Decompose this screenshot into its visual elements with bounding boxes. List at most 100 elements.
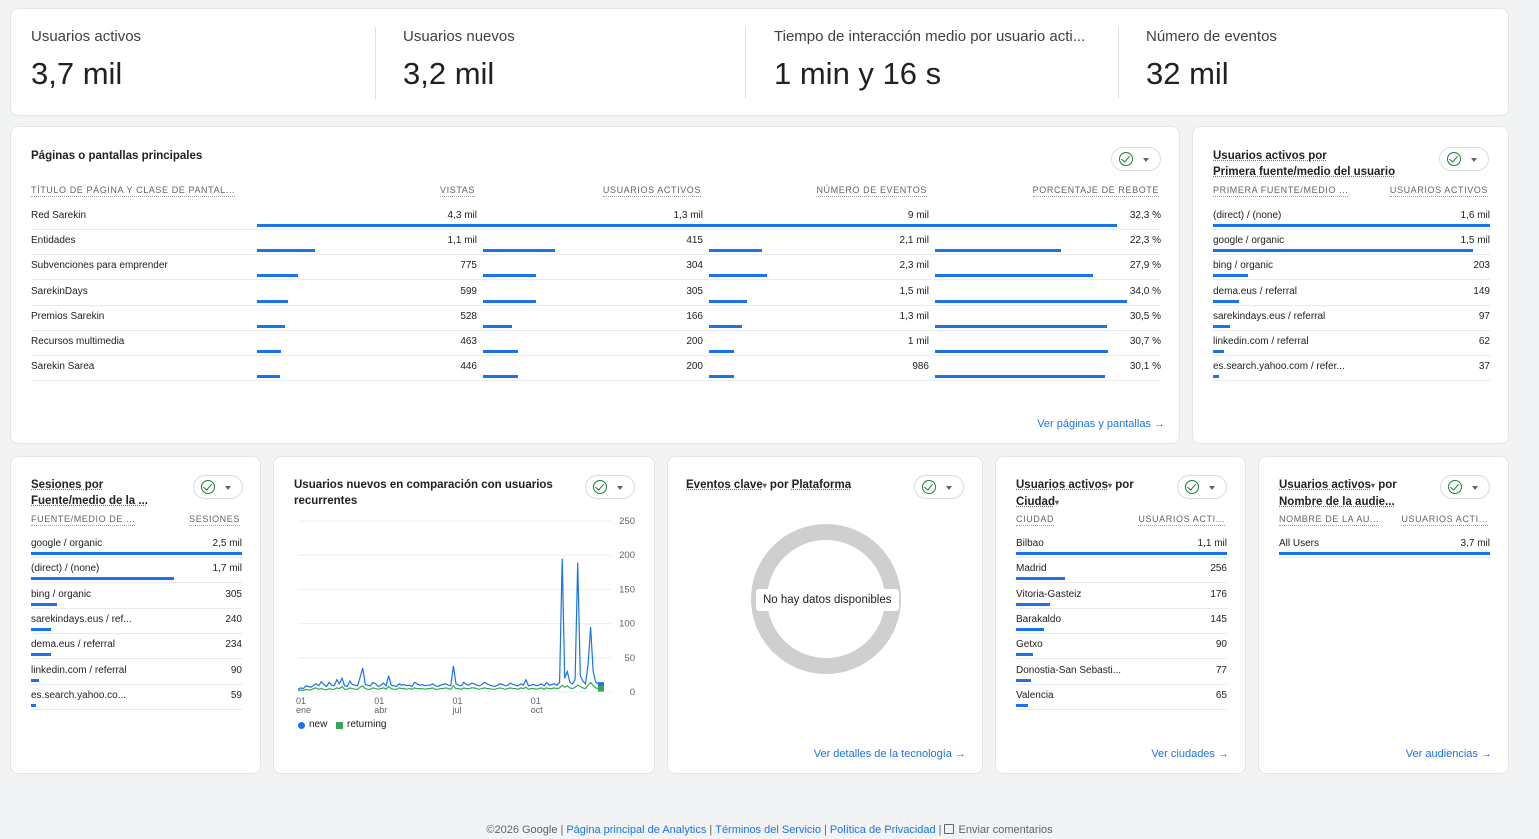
table-row[interactable]: sarekindays.eus / ref... 240 xyxy=(11,614,262,639)
col-header-users[interactable]: USUARIOS ACTIVOS xyxy=(602,185,701,197)
row-label[interactable]: Valencia xyxy=(1016,690,1054,701)
row-label[interactable]: (direct) / (none) xyxy=(1213,210,1281,221)
table-row[interactable]: bing / organic 203 xyxy=(1193,260,1510,285)
row-title[interactable]: Sarekin Sarea xyxy=(31,361,94,372)
table-row[interactable]: dema.eus / referral 234 xyxy=(11,639,262,664)
title-metric[interactable]: Usuarios activos xyxy=(1279,479,1371,491)
table-row[interactable]: Bilbao 1,1 mil xyxy=(996,538,1247,563)
row-label[interactable]: Bilbao xyxy=(1016,538,1044,549)
row-label[interactable]: bing / organic xyxy=(31,589,91,600)
compare-chip[interactable] xyxy=(1439,147,1489,171)
view-cities-link[interactable]: Ver ciudades → xyxy=(1151,748,1229,760)
table-row[interactable]: Subvenciones para emprender 775 304 2,3 mil… xyxy=(11,260,1181,285)
row-title[interactable]: Red Sarekin xyxy=(31,210,86,221)
table-row[interactable]: (direct) / (none) 1,6 mil xyxy=(1193,210,1510,235)
table-row[interactable]: es.search.yahoo.co... 59 xyxy=(11,690,262,715)
table-row[interactable]: linkedin.com / referral 90 xyxy=(11,665,262,690)
compare-chip[interactable] xyxy=(193,475,243,499)
row-label[interactable]: linkedin.com / referral xyxy=(1213,336,1309,347)
kpi-new-users[interactable]: Usuarios nuevos 3,2 mil xyxy=(383,9,743,115)
col-header-users[interactable]: USUARIOS ACTI... xyxy=(1401,514,1488,526)
col-header-title[interactable]: TÍTULO DE PÁGINA Y CLASE DE PANTAL... xyxy=(31,185,236,197)
table-row[interactable]: es.search.yahoo.com / refer... 37 xyxy=(1193,361,1510,386)
col-header-source[interactable]: PRIMERA FUENTE/MEDIO ... xyxy=(1213,185,1349,197)
row-label[interactable]: linkedin.com / referral xyxy=(31,665,127,676)
compare-chip[interactable] xyxy=(914,475,964,499)
analytics-home-link[interactable]: Página principal de Analytics xyxy=(566,824,706,836)
table-row[interactable]: Red Sarekin 4,3 mil 1,3 mil 9 mil 32,3 % xyxy=(11,210,1181,235)
row-label[interactable]: google / organic xyxy=(1213,235,1284,246)
title-dimension[interactable]: Nombre de la audie... xyxy=(1279,496,1395,508)
col-header-bounce[interactable]: PORCENTAJE DE REBOTE xyxy=(1032,185,1159,197)
row-label[interactable]: Donostia-San Sebasti... xyxy=(1016,665,1121,676)
table-row[interactable]: Donostia-San Sebasti... 77 xyxy=(996,665,1247,690)
row-label[interactable]: sarekindays.eus / ref... xyxy=(31,614,132,625)
table-row[interactable]: Entidades 1,1 mil 415 2,1 mil 22,3 % xyxy=(11,235,1181,260)
table-row[interactable]: Recursos multimedia 463 200 1 mil 30,7 % xyxy=(11,336,1181,361)
table-row[interactable]: Premios Sarekin 528 166 1,3 mil 30,5 % xyxy=(11,311,1181,336)
title-dimension[interactable]: Ciudad xyxy=(1016,496,1055,508)
row-label[interactable]: sarekindays.eus / referral xyxy=(1213,311,1325,322)
col-header-users[interactable]: USUARIOS ACTI... xyxy=(1138,514,1225,526)
view-audiences-link[interactable]: Ver audiencias → xyxy=(1406,748,1492,760)
row-label[interactable]: (direct) / (none) xyxy=(31,563,99,574)
table-row[interactable]: Vitoria-Gasteiz 176 xyxy=(996,589,1247,614)
row-label[interactable]: es.search.yahoo.com / refer... xyxy=(1213,361,1345,372)
row-label[interactable]: bing / organic xyxy=(1213,260,1273,271)
row-label[interactable]: google / organic xyxy=(31,538,102,549)
col-header-events[interactable]: NÚMERO DE EVENTOS xyxy=(816,185,927,197)
row-title[interactable]: Subvenciones para emprender xyxy=(31,260,168,271)
col-header-views[interactable]: VISTAS xyxy=(440,185,475,197)
title-dimension[interactable]: Plataforma xyxy=(792,479,851,491)
col-header-audience[interactable]: NOMBRE DE LA AU... xyxy=(1279,514,1380,526)
table-row[interactable]: Madrid 256 xyxy=(996,563,1247,588)
table-row[interactable]: dema.eus / referral 149 xyxy=(1193,286,1510,311)
table-row[interactable]: Valencia 65 xyxy=(996,690,1247,715)
table-row[interactable]: google / organic 1,5 mil xyxy=(1193,235,1510,260)
feedback-button[interactable]: Enviar comentarios xyxy=(944,824,1053,836)
row-label[interactable]: Madrid xyxy=(1016,563,1047,574)
view-tech-link[interactable]: Ver detalles de la tecnología → xyxy=(814,748,966,760)
terms-link[interactable]: Términos del Servicio xyxy=(715,824,821,836)
row-label[interactable]: es.search.yahoo.co... xyxy=(31,690,126,701)
col-header-city[interactable]: CIUDAD xyxy=(1016,514,1055,526)
table-row[interactable]: Getxo 90 xyxy=(996,639,1247,664)
table-row[interactable]: Sarekin Sarea 446 200 986 30,1 % xyxy=(11,361,1181,386)
view-tech-label: Ver detalles de la tecnología xyxy=(813,748,952,760)
row-title[interactable]: Entidades xyxy=(31,235,75,246)
row-title[interactable]: SarekinDays xyxy=(31,286,88,297)
table-row[interactable]: All Users 3,7 mil xyxy=(1259,538,1510,563)
row-label[interactable]: dema.eus / referral xyxy=(1213,286,1297,297)
row-label[interactable]: Vitoria-Gasteiz xyxy=(1016,589,1081,600)
col-header-source[interactable]: FUENTE/MEDIO DE ... xyxy=(31,514,136,526)
row-label[interactable]: dema.eus / referral xyxy=(31,639,115,650)
compare-chip[interactable] xyxy=(1440,475,1490,499)
table-row[interactable]: SarekinDays 599 305 1,5 mil 34,0 % xyxy=(11,286,1181,311)
table-row[interactable]: (direct) / (none) 1,7 mil xyxy=(11,563,262,588)
row-label[interactable]: Getxo xyxy=(1016,639,1043,650)
row-label[interactable]: All Users xyxy=(1279,538,1319,549)
col-header-sessions[interactable]: SESIONES xyxy=(189,514,240,526)
title-metric[interactable]: Usuarios activos xyxy=(1016,479,1108,491)
privacy-link[interactable]: Política de Privacidad xyxy=(830,824,936,836)
title-line-2[interactable]: Primera fuente/medio del usuario xyxy=(1213,166,1395,178)
table-row[interactable]: Barakaldo 145 xyxy=(996,614,1247,639)
col-header-users[interactable]: USUARIOS ACTIVOS xyxy=(1389,185,1488,197)
title-line-2[interactable]: Fuente/medio de la ... xyxy=(31,495,148,507)
table-row[interactable]: google / organic 2,5 mil xyxy=(11,538,262,563)
view-pages-link[interactable]: Ver páginas y pantallas → xyxy=(1037,418,1165,430)
title-metric[interactable]: Eventos clave xyxy=(686,479,763,491)
table-row[interactable]: bing / organic 305 xyxy=(11,589,262,614)
kpi-active-users[interactable]: Usuarios activos 3,7 mil xyxy=(11,9,371,115)
row-title[interactable]: Recursos multimedia xyxy=(31,336,124,347)
row-label[interactable]: Barakaldo xyxy=(1016,614,1061,625)
row-title[interactable]: Premios Sarekin xyxy=(31,311,104,322)
kpi-event-count[interactable]: Número de eventos 32 mil xyxy=(1126,9,1486,115)
kpi-engagement-time[interactable]: Tiempo de interacción medio por usuario … xyxy=(754,9,1114,115)
compare-chip[interactable] xyxy=(585,475,635,499)
table-row[interactable]: linkedin.com / referral 62 xyxy=(1193,336,1510,361)
line-chart[interactable]: 25020015010050001ene01abr01jul01oct xyxy=(274,509,656,769)
compare-chip[interactable] xyxy=(1111,147,1161,171)
table-row[interactable]: sarekindays.eus / referral 97 xyxy=(1193,311,1510,336)
compare-chip[interactable] xyxy=(1177,475,1227,499)
